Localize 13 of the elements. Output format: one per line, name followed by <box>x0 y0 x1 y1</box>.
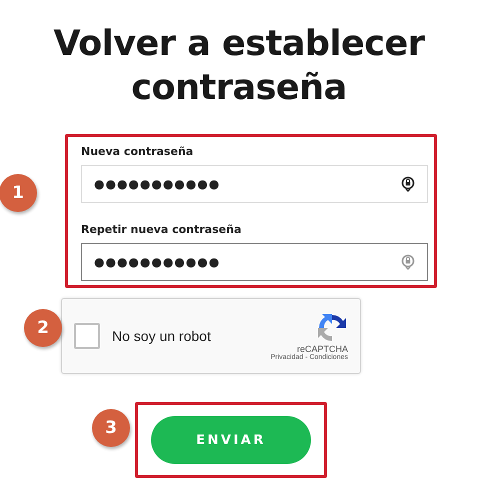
step-badge: 2 <box>24 309 62 347</box>
field-label: Repetir nueva contraseña <box>81 223 242 236</box>
field-label: Nueva contraseña <box>81 145 194 158</box>
recaptcha-logo-icon <box>316 312 348 344</box>
password-reveal-icon[interactable] <box>401 176 415 192</box>
password-field[interactable]: ●●●●●●●●●●● <box>81 165 428 203</box>
page-title: Volver a establecer contraseña <box>52 23 426 110</box>
step-badge: 1 <box>0 174 37 212</box>
captcha-label: No soy un robot <box>112 328 212 344</box>
password-field[interactable]: ●●●●●●●●●●● <box>81 243 428 281</box>
step-badge: 3 <box>92 409 130 447</box>
captcha-checkbox[interactable] <box>74 323 100 349</box>
recaptcha-brand: reCAPTCHA <box>296 344 348 354</box>
